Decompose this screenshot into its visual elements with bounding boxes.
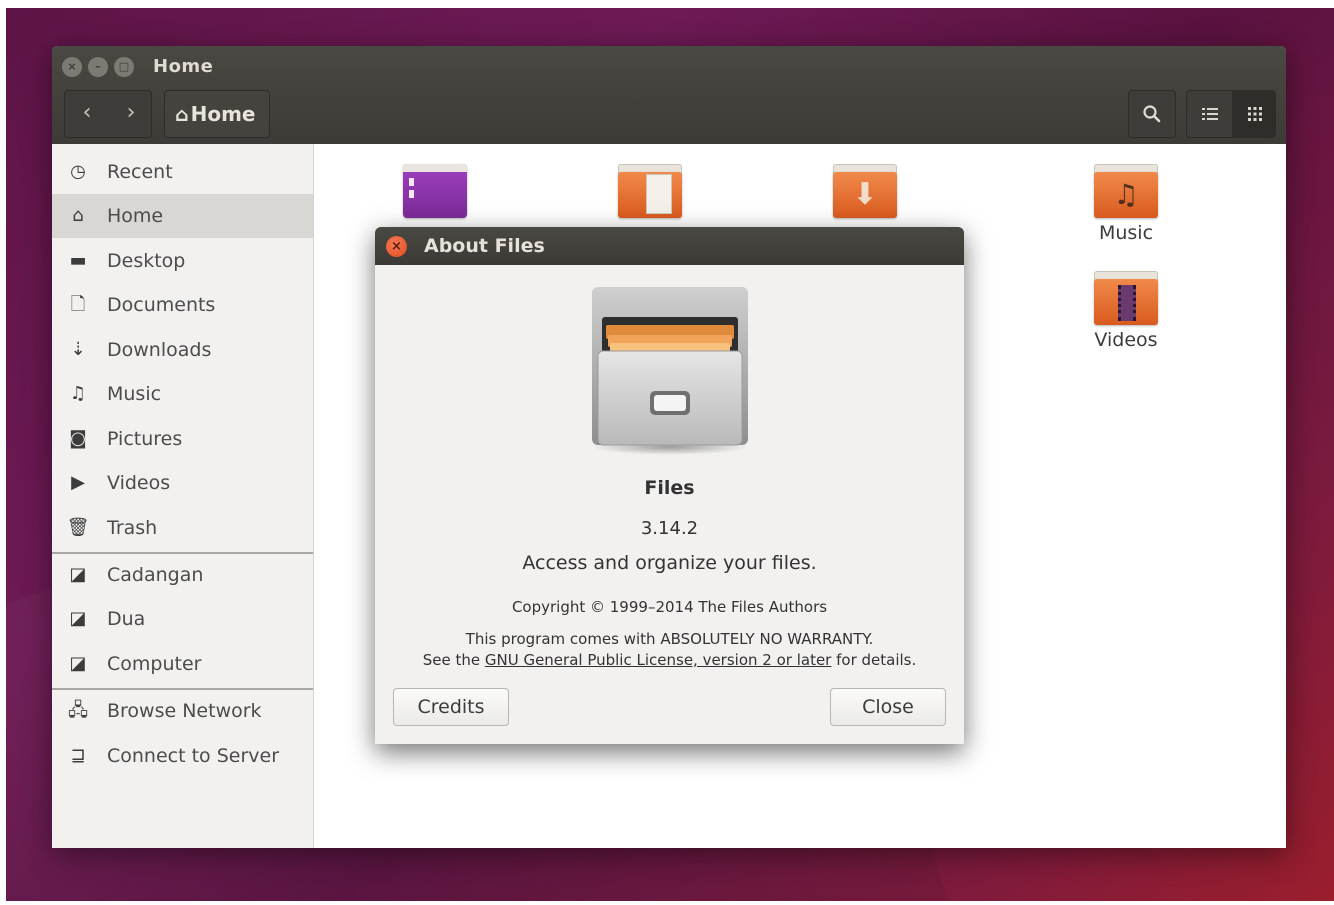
documents-folder-icon xyxy=(618,164,682,218)
sidebar-item-desktop[interactable]: ▬ Desktop xyxy=(52,239,313,283)
file-item-label: Videos xyxy=(1094,329,1158,351)
file-item-downloads[interactable]: ⬇ xyxy=(810,164,920,218)
server-icon: ⊒ xyxy=(70,745,86,766)
sidebar-item-label: Dua xyxy=(107,608,146,630)
sidebar-item-label: Music xyxy=(107,383,162,405)
sidebar-item-label: Desktop xyxy=(107,250,186,272)
sidebar-item-recent[interactable]: ◷ Recent xyxy=(52,150,313,194)
sidebar-item-pictures[interactable]: ◙ Pictures xyxy=(52,417,313,461)
sidebar-item-home[interactable]: ⌂ Home xyxy=(52,194,313,238)
sidebar-item-label: Connect to Server xyxy=(107,745,280,767)
dialog-title: About Files xyxy=(424,235,545,257)
sidebar-item-videos[interactable]: ▶ Videos xyxy=(52,461,313,505)
search-button[interactable] xyxy=(1128,90,1176,138)
breadcrumb-home[interactable]: ⌂ Home xyxy=(164,90,270,138)
view-switcher xyxy=(1186,90,1276,138)
grid-view-icon xyxy=(1247,107,1262,121)
trash-icon: 🗑 xyxy=(66,517,90,538)
app-name: Files xyxy=(644,477,695,499)
home-icon: ⌂ xyxy=(175,104,189,126)
window-title: Home xyxy=(153,56,214,77)
search-icon xyxy=(1143,105,1161,123)
header-bar: × – □ Home ‹ › ⌂ Home xyxy=(52,46,1286,144)
file-item-music[interactable]: ♫ Music xyxy=(1071,164,1181,244)
sidebar-item-dua[interactable]: ◪ Dua xyxy=(52,597,313,641)
dialog-titlebar: × About Files xyxy=(375,227,964,265)
back-button[interactable]: ‹ xyxy=(65,91,109,137)
desktop-folder-icon: ▬ xyxy=(69,250,87,271)
sidebar-item-label: Documents xyxy=(107,294,216,316)
license-link[interactable]: GNU General Public License, version 2 or… xyxy=(485,651,832,669)
file-item-documents[interactable] xyxy=(595,164,705,218)
sidebar: ◷ Recent ⌂ Home ▬ Desktop 🗋 Documents ⇣ … xyxy=(52,144,314,848)
license-prefix: See the xyxy=(422,651,485,669)
sidebar-item-computer[interactable]: ◪ Computer xyxy=(52,642,313,686)
grid-view-button[interactable] xyxy=(1232,91,1275,137)
copyright-text: Copyright © 1999–2014 The Files Authors xyxy=(511,598,828,616)
warranty-text: This program comes with ABSOLUTELY NO WA… xyxy=(465,630,874,648)
file-item-label: Music xyxy=(1098,222,1154,244)
downloads-folder-icon: ⬇ xyxy=(833,164,897,218)
music-icon: ♫ xyxy=(69,383,87,404)
download-icon: ⇣ xyxy=(70,339,86,360)
sidebar-item-label: Recent xyxy=(107,161,173,183)
sidebar-item-downloads[interactable]: ⇣ Downloads xyxy=(52,328,313,372)
camera-icon: ◙ xyxy=(69,428,87,449)
sidebar-item-documents[interactable]: 🗋 Documents xyxy=(52,283,313,327)
desktop-folder-icon xyxy=(403,164,467,218)
file-item-videos[interactable]: Videos xyxy=(1071,271,1181,351)
about-dialog: × About Files Files 3.14.2 Access and or… xyxy=(375,227,964,744)
sidebar-item-label: Videos xyxy=(107,472,171,494)
window-maximize-icon[interactable]: □ xyxy=(114,57,134,77)
sidebar-item-label: Downloads xyxy=(107,339,212,361)
home-icon: ⌂ xyxy=(72,205,84,226)
close-button[interactable]: Close xyxy=(830,688,946,726)
video-icon: ▶ xyxy=(71,472,85,493)
sidebar-item-music[interactable]: ♫ Music xyxy=(52,372,313,416)
drive-icon: ◪ xyxy=(69,608,87,629)
forward-button[interactable]: › xyxy=(109,91,153,137)
app-description: Access and organize your files. xyxy=(522,552,817,574)
music-folder-icon: ♫ xyxy=(1094,164,1158,218)
sidebar-item-browse-network[interactable]: 🖧 Browse Network xyxy=(52,689,313,733)
sidebar-item-label: Cadangan xyxy=(107,564,204,586)
breadcrumb-label: Home xyxy=(190,102,256,126)
navigation-buttons: ‹ › xyxy=(64,90,152,138)
drive-icon: ◪ xyxy=(69,653,87,674)
license-suffix: for details. xyxy=(831,651,917,669)
dialog-close-icon[interactable]: × xyxy=(386,236,407,257)
license-text: See the GNU General Public License, vers… xyxy=(375,651,964,669)
clock-icon: ◷ xyxy=(70,161,86,182)
sidebar-item-trash[interactable]: 🗑 Trash xyxy=(52,506,313,550)
network-icon: 🖧 xyxy=(67,700,89,721)
sidebar-item-label: Trash xyxy=(107,517,158,539)
credits-button[interactable]: Credits xyxy=(393,688,509,726)
sidebar-item-label: Computer xyxy=(107,653,202,675)
sidebar-item-label: Pictures xyxy=(107,428,183,450)
sidebar-item-cadangan[interactable]: ◪ Cadangan xyxy=(52,553,313,597)
sidebar-item-label: Browse Network xyxy=(107,700,262,722)
window-close-icon[interactable]: × xyxy=(62,57,82,77)
sidebar-item-connect-to-server[interactable]: ⊒ Connect to Server xyxy=(52,734,313,778)
app-version: 3.14.2 xyxy=(640,518,699,539)
sidebar-item-label: Home xyxy=(107,205,164,227)
document-icon: 🗋 xyxy=(70,294,86,315)
file-cabinet-icon xyxy=(592,287,748,455)
file-item-desktop[interactable] xyxy=(380,164,490,218)
drive-icon: ◪ xyxy=(69,564,87,585)
video-folder-icon xyxy=(1094,271,1158,325)
window-minimize-icon[interactable]: – xyxy=(88,57,108,77)
list-view-icon xyxy=(1201,108,1218,120)
list-view-button[interactable] xyxy=(1187,91,1232,137)
